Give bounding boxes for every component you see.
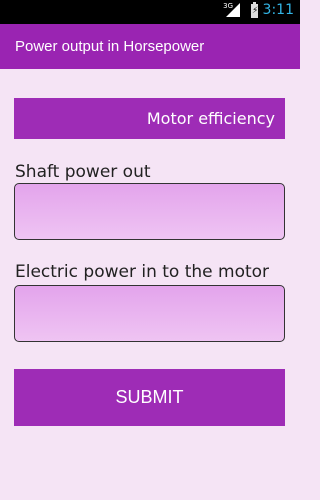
status-bar: 3G ⚡ 3:11: [0, 0, 300, 24]
page-title: Power output in Horsepower: [15, 38, 205, 55]
motor-efficiency-button[interactable]: Motor efficiency: [14, 98, 285, 139]
battery-icon: ⚡: [251, 2, 259, 18]
motor-efficiency-label: Motor efficiency: [146, 109, 275, 128]
submit-button[interactable]: SUBMIT: [14, 369, 285, 426]
status-time: 3:11: [262, 2, 294, 18]
electric-power-input[interactable]: [14, 285, 285, 342]
action-bar: Power output in Horsepower: [0, 24, 300, 69]
submit-label: SUBMIT: [115, 387, 184, 407]
charging-bolt-icon: ⚡: [252, 6, 259, 16]
shaft-power-input[interactable]: [14, 183, 285, 240]
electric-power-label: Electric power in to the motor: [15, 262, 270, 282]
shaft-power-label: Shaft power out: [15, 162, 151, 182]
network-type-label: 3G: [223, 2, 233, 10]
